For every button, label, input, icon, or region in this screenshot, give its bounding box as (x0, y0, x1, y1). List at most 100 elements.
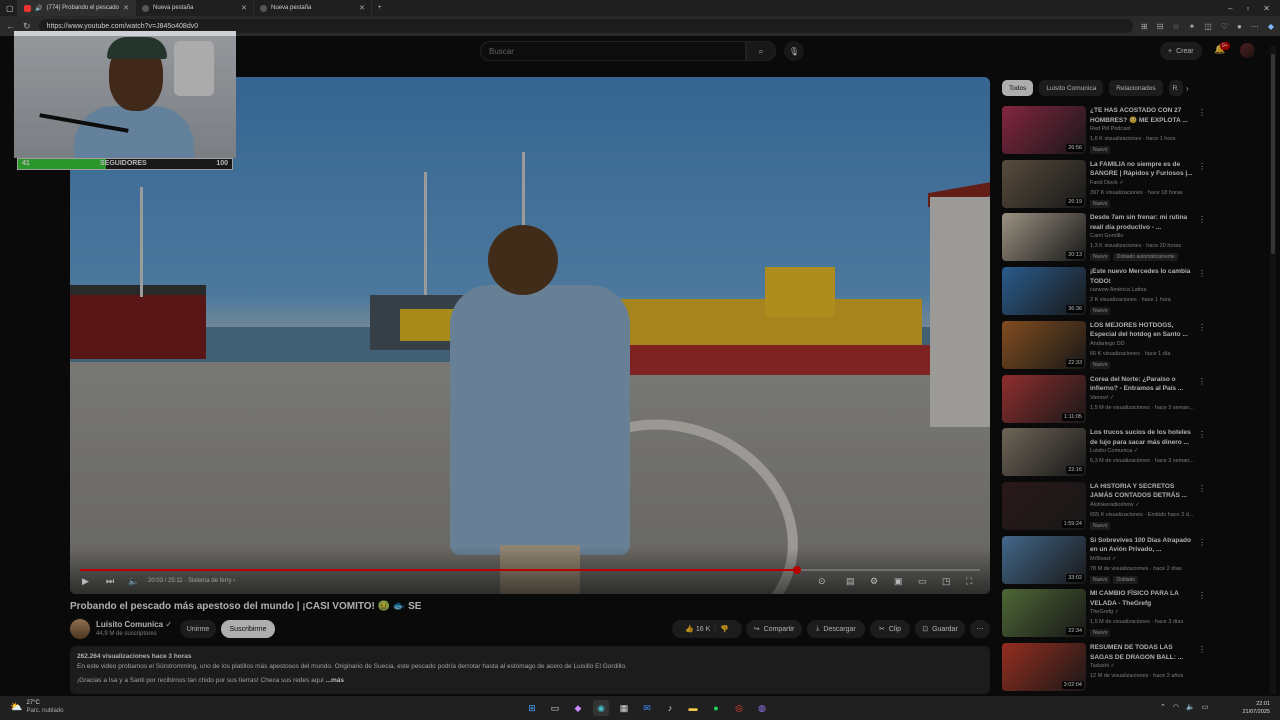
more-icon[interactable]: ⋯ (1251, 22, 1259, 31)
recommended-video[interactable]: 3:02:04 RESUMEN DE TODAS LAS SAGAS DE DRA… (1002, 643, 1206, 693)
recommended-video[interactable]: 33:02 Si Sobrevives 100 Días Atrapado en … (1002, 535, 1206, 586)
recommended-video-channel[interactable]: TheGrefg ✓ (1090, 609, 1119, 615)
favorites-icon[interactable]: ♡ (1221, 22, 1228, 31)
chip-partial[interactable]: R (1168, 80, 1183, 96)
close-tab-icon[interactable]: ✕ (241, 4, 247, 12)
profile-icon[interactable]: ● (1237, 22, 1242, 31)
next-video-icon[interactable]: ⏭ (106, 576, 114, 587)
recommended-video-title[interactable]: RESUMEN DE TODAS LAS SAGAS DE DRAGON BAL… (1090, 643, 1194, 662)
favorite-star-icon[interactable]: ☆ (1172, 22, 1179, 31)
search-input[interactable]: Buscar (480, 41, 746, 61)
browser-tab-youtube[interactable]: 🔊 (774) Probando el pescado ✕ (18, 0, 136, 16)
split-icon[interactable]: ◫ (1204, 22, 1212, 31)
more-options-icon[interactable]: ⋮ (1198, 162, 1206, 171)
edge-browser-icon[interactable]: ◉ (593, 700, 609, 716)
chevron-right-icon[interactable]: › (1186, 84, 1189, 93)
video-thumbnail[interactable]: 22:34 (1002, 589, 1086, 638)
copilot-app-icon[interactable]: ◆ (570, 700, 586, 716)
video-thumbnail[interactable]: 3:02:04 (1002, 643, 1086, 691)
clip-button[interactable]: ✂ Clip (870, 620, 910, 638)
recommended-video-channel[interactable]: Alofokeradioshow ✓ (1090, 502, 1140, 508)
maximize-icon[interactable]: ▫ (1246, 4, 1249, 13)
recommended-video-channel[interactable]: Tadashi ✓ (1090, 663, 1115, 669)
progress-bar[interactable] (80, 569, 980, 571)
extensions-icon[interactable]: ✦ (1189, 22, 1196, 31)
recommended-video-title[interactable]: La FAMILIA no siempre es de SANGRE | Ráp… (1090, 160, 1194, 179)
system-clock[interactable]: 22:01 21/07/2025 (1238, 700, 1270, 716)
channel-avatar[interactable] (70, 619, 90, 639)
recommended-video-title[interactable]: MI CAMBIO FÍSICO PARA LA VELADA - TheGre… (1090, 589, 1194, 608)
more-options-icon[interactable]: ⋮ (1198, 377, 1206, 386)
recommended-video[interactable]: 1:59:24 LA HISTORIA Y SECRETOS JAMÁS CONT… (1002, 481, 1206, 532)
close-window-icon[interactable]: ✕ (1263, 4, 1270, 13)
video-thumbnail[interactable]: 1:11:05 (1002, 374, 1086, 423)
video-thumbnail[interactable]: 20:13 (1002, 213, 1086, 262)
browser-tab-new-2[interactable]: Nueva pestaña ✕ (254, 0, 372, 16)
browser-tab-new-1[interactable]: Nueva pestaña ✕ (136, 0, 254, 16)
more-options-icon[interactable]: ⋮ (1198, 430, 1206, 439)
more-options-icon[interactable]: ⋮ (1198, 269, 1206, 278)
recommended-video-channel[interactable]: Vamos! ✓ (1090, 395, 1114, 401)
recommended-video[interactable]: 1:11:05 Corea del Norte: ¿Paraíso o infie… (1002, 374, 1206, 425)
recommended-video[interactable]: 20:13 Desde 7am sin frenar: mi rutina rea… (1002, 213, 1206, 263)
recommended-video-title[interactable]: Los trucos sucios de los hoteles de lujo… (1090, 428, 1194, 447)
more-options-icon[interactable]: ⋮ (1198, 645, 1206, 654)
create-button[interactable]: + Crear (1160, 42, 1202, 60)
recommended-video[interactable]: 22:34 MI CAMBIO FÍSICO PARA LA VELADA - T… (1002, 589, 1206, 639)
video-thumbnail[interactable]: 1:59:24 (1002, 481, 1086, 530)
chip-channel[interactable]: Luisito Comunica (1039, 80, 1104, 96)
recommended-video-channel[interactable]: Red Pill Podcast (1090, 126, 1130, 132)
more-options-icon[interactable]: ⋮ (1198, 484, 1206, 493)
share-button[interactable]: ↪ Compartir (746, 620, 802, 638)
dislike-button[interactable]: 👎 (720, 625, 729, 633)
recommended-video[interactable]: 22:16 Los trucos sucios de los hoteles de… (1002, 428, 1206, 478)
recommended-video-channel[interactable]: carwow América Latina (1090, 287, 1147, 293)
close-tab-icon[interactable]: ✕ (359, 4, 365, 12)
recommended-video-channel[interactable]: MrBeast ✓ (1090, 556, 1117, 562)
subtitles-icon[interactable]: ▤ (846, 576, 855, 587)
reload-icon[interactable]: ↻ (23, 21, 31, 32)
spotify-icon[interactable]: ● (708, 700, 724, 716)
minimize-icon[interactable]: – (1228, 4, 1232, 13)
fullscreen-icon[interactable]: ⛶ (966, 576, 972, 587)
channel-name[interactable]: Luisito Comunica ✓ (96, 620, 172, 629)
copilot-icon[interactable]: ◆ (1268, 22, 1274, 31)
video-description[interactable]: 262.264 visualizaciones hace 3 horas En … (70, 646, 990, 694)
save-button[interactable]: ⊡ Guardar (915, 620, 965, 638)
recommended-video-title[interactable]: LA HISTORIA Y SECRETOS JAMÁS CONTADOS DE… (1090, 482, 1194, 501)
more-options-icon[interactable]: ⋮ (1198, 591, 1206, 600)
volume-tray-icon[interactable]: 🔈 (1186, 703, 1195, 711)
volume-icon[interactable]: 🔈 (128, 576, 139, 587)
settings-gear-icon[interactable]: ⚙ (870, 576, 878, 587)
outlook-icon[interactable]: ✉ (639, 700, 655, 716)
recommended-video-channel[interactable]: Andariego DD (1090, 341, 1125, 347)
autoplay-toggle[interactable]: ⊙ (818, 576, 826, 587)
obs-app-icon[interactable]: ◍ (754, 700, 770, 716)
video-thumbnail[interactable]: 22:16 (1002, 428, 1086, 477)
recommended-video-channel[interactable]: Luisito Comunica ✓ (1090, 448, 1138, 454)
user-avatar[interactable] (1240, 43, 1255, 58)
windows-start-icon[interactable]: ⊞ (524, 700, 540, 716)
scrollbar-thumb[interactable] (1271, 54, 1275, 254)
recommended-video-title[interactable]: ¿TE HAS ACOSTADO CON 27 HOMBRES? 😳 ME EX… (1090, 106, 1194, 125)
back-icon[interactable]: ← (6, 21, 15, 32)
network-icon[interactable]: ◠ (1173, 703, 1179, 711)
recommended-video-title[interactable]: Desde 7am sin frenar: mi rutina real/ dí… (1090, 213, 1194, 232)
close-tab-icon[interactable]: ✕ (123, 4, 129, 12)
chrome-icon[interactable]: ◎ (731, 700, 747, 716)
tray-chevron-icon[interactable]: ⌃ (1160, 703, 1166, 711)
translate-icon[interactable]: ⊞ (1141, 22, 1148, 31)
more-options-icon[interactable]: ⋮ (1198, 108, 1206, 117)
video-thumbnail[interactable]: 26:56 (1002, 106, 1086, 154)
chip-todos[interactable]: Todos (1002, 80, 1034, 96)
recommended-video-title[interactable]: Corea del Norte: ¿Paraíso o infierno? - … (1090, 375, 1194, 394)
chip-related[interactable]: Relacionados (1109, 80, 1163, 96)
video-thumbnail[interactable]: 33:02 (1002, 535, 1086, 584)
weather-widget[interactable]: ⛅ 27°C Parc. nublado (10, 699, 63, 715)
page-scrollbar[interactable] (1270, 46, 1276, 694)
reader-icon[interactable]: ⊟ (1157, 22, 1164, 31)
more-options-icon[interactable]: ⋮ (1198, 215, 1206, 224)
more-options-icon[interactable]: ⋮ (1198, 538, 1206, 547)
more-options-icon[interactable]: ⋮ (1198, 323, 1206, 332)
search-button[interactable]: ⌕ (746, 41, 776, 61)
